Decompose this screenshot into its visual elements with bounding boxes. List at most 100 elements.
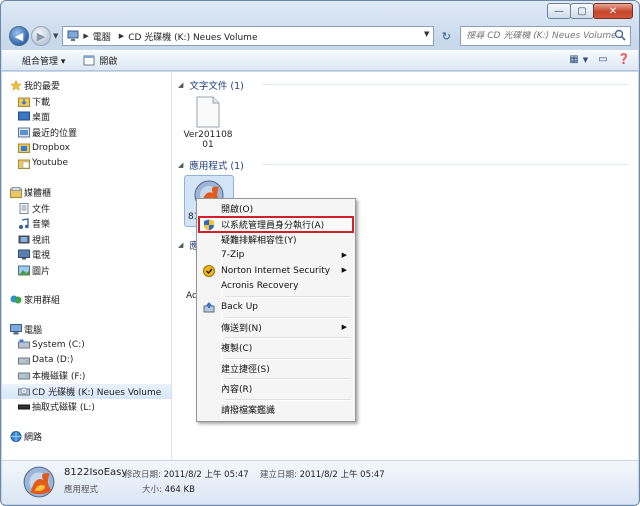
search-box[interactable] <box>460 26 631 46</box>
nav-libraries[interactable]: 媒體櫃 <box>2 185 171 201</box>
menu-norton[interactable]: Norton Internet Security ▶ <box>199 263 353 279</box>
downloads-folder-icon <box>18 97 30 107</box>
details-modified: 修改日期: 2011/8/2 上午 05:47 <box>124 470 249 480</box>
recent-pages-dropdown-icon[interactable]: ▼ <box>53 32 58 40</box>
command-bar: 組合管理 ▾ 開啟 ▦ ▼ ▭ ❓ <box>2 50 638 71</box>
network-icon <box>10 430 22 442</box>
open-label: 開啟 <box>99 57 118 67</box>
details-file-name: 8122IsoEasy <box>64 467 128 478</box>
text-file-icon <box>196 96 220 128</box>
view-options-icon[interactable]: ▦ <box>569 54 578 65</box>
breadcrumb-computer[interactable]: 電腦 <box>93 30 111 43</box>
details-file-type: 應用程式 <box>64 485 99 495</box>
hard-drive-icon <box>18 357 30 364</box>
videos-icon <box>18 235 30 243</box>
open-button[interactable]: 開啟 <box>83 54 117 67</box>
nav-drive-k[interactable]: CD 光碟機 (K:) Neues Volume <box>2 383 171 399</box>
submenu-arrow-icon: ▶ <box>341 266 347 274</box>
group-divider <box>262 84 628 85</box>
backup-icon <box>203 302 215 313</box>
caption-buttons: — ▢ ✕ <box>547 3 633 19</box>
help-icon[interactable]: ❓ <box>618 54 630 65</box>
recent-places-icon <box>18 127 30 137</box>
menu-open[interactable]: 開啟(O) <box>199 201 353 217</box>
nav-tv[interactable]: 電視 <box>2 247 171 263</box>
uac-shield-icon <box>204 219 214 230</box>
nav-recent-places[interactable]: 最近的位置 <box>2 125 171 141</box>
forward-arrow-icon: ▶ <box>36 29 46 43</box>
nav-drive-c[interactable]: System (C:) <box>2 337 171 353</box>
menu-file-scan[interactable]: 請撥檔案鑑識 <box>199 402 353 418</box>
star-icon <box>10 80 22 91</box>
collapse-arrow-icon[interactable]: ◢ <box>178 241 183 249</box>
menu-troubleshoot-compat[interactable]: 疑難排解相容性(Y) <box>199 232 353 248</box>
hard-drive-icon <box>18 372 30 380</box>
file-item-text[interactable]: Ver201108 01 <box>178 96 238 154</box>
nav-videos[interactable]: 視訊 <box>2 232 171 248</box>
nav-computer[interactable]: 電腦 <box>2 322 171 338</box>
breadcrumb-separator-icon: ▶ <box>118 32 125 40</box>
address-dropdown-icon[interactable]: ▼ <box>424 30 429 38</box>
nav-music[interactable]: 音樂 <box>2 216 171 232</box>
address-field[interactable]: ▶ 電腦 ▶ CD 光碟機 (K:) Neues Volume ▼ <box>62 26 435 46</box>
view-dropdown-icon[interactable]: ▼ <box>583 56 588 64</box>
collapse-arrow-icon[interactable]: ◢ <box>178 161 183 169</box>
nav-downloads[interactable]: 下載 <box>2 94 171 110</box>
removable-drive-icon <box>18 404 30 410</box>
menu-create-shortcut[interactable]: 建立捷徑(S) <box>199 361 353 377</box>
refresh-button[interactable]: ↻ <box>436 26 456 46</box>
minimize-button[interactable]: — <box>547 3 571 19</box>
search-input[interactable] <box>466 31 617 41</box>
back-button[interactable]: ◀ <box>9 26 29 46</box>
nav-pictures[interactable]: 圖片 <box>2 263 171 279</box>
view-controls: ▦ ▼ ▭ ❓ <box>559 54 630 65</box>
desktop-icon <box>18 111 30 121</box>
music-icon <box>19 218 29 229</box>
context-menu: 開啟(O) 以系統管理員身分執行(A) 疑難排解相容性(Y) 7-Zip ▶ N… <box>196 198 356 422</box>
group-header-text-documents[interactable]: ◢ 文字文件 (1) <box>178 78 244 92</box>
menu-run-as-admin[interactable]: 以系統管理員身分執行(A) <box>198 215 354 233</box>
address-bar-row: ◀ ▶ ▼ ▶ 電腦 ▶ CD 光碟機 (K:) Neues Volume ▼ … <box>9 25 631 47</box>
forward-button[interactable]: ▶ <box>31 26 51 46</box>
nav-desktop[interactable]: 桌面 <box>2 109 171 125</box>
nav-drive-d[interactable]: Data (D:) <box>2 353 171 369</box>
search-icon[interactable] <box>614 29 626 41</box>
refresh-icon: ↻ <box>441 29 451 43</box>
computer-icon <box>67 30 79 41</box>
organize-button[interactable]: 組合管理 ▾ <box>22 54 65 67</box>
breadcrumb-cd-drive[interactable]: CD 光碟機 (K:) Neues Volume <box>128 30 257 43</box>
details-created: 建立日期: 2011/8/2 上午 05:47 <box>260 470 385 480</box>
breadcrumb-separator-icon: ▶ <box>83 32 89 40</box>
nav-drive-f[interactable]: 本機磁碟 (F:) <box>2 368 171 384</box>
youtube-folder-icon <box>18 159 30 169</box>
menu-copy[interactable]: 複製(C) <box>199 340 353 356</box>
nav-favorites[interactable]: 我的最愛 <box>2 78 171 94</box>
collapse-arrow-icon[interactable]: ◢ <box>178 81 183 89</box>
iso-easy-app-icon <box>23 466 55 498</box>
nav-network[interactable]: 網路 <box>2 429 171 445</box>
nav-dropbox[interactable]: Dropbox <box>2 140 171 156</box>
menu-properties[interactable]: 內容(R) <box>199 381 353 397</box>
close-button[interactable]: ✕ <box>593 3 633 19</box>
nav-youtube[interactable]: Youtube <box>2 156 171 172</box>
nav-documents[interactable]: 文件 <box>2 201 171 217</box>
preview-pane-icon[interactable]: ▭ <box>598 54 607 65</box>
nav-homegroup[interactable]: 家用群組 <box>2 292 171 308</box>
norton-icon <box>203 265 215 277</box>
tv-icon <box>18 249 30 260</box>
details-size: 大小: 464 KB <box>142 485 195 495</box>
nav-drive-l[interactable]: 抽取式磁碟 (L:) <box>2 399 171 415</box>
menu-send-to[interactable]: 傳送到(N) ▶ <box>199 320 353 336</box>
dropbox-folder-icon <box>18 143 30 153</box>
navigation-pane: 我的最愛 下載 桌面 最近的位置 Dropbox Youtube 媒體櫃 文件 … <box>2 72 172 460</box>
menu-7zip[interactable]: 7-Zip ▶ <box>199 248 353 264</box>
menu-acronis[interactable]: Acronis Recovery <box>199 279 353 295</box>
maximize-button[interactable]: ▢ <box>570 3 594 19</box>
cd-drive-icon <box>18 387 30 395</box>
details-pane: 8122IsoEasy 應用程式 修改日期: 2011/8/2 上午 05:47… <box>2 460 638 504</box>
menu-back-up[interactable]: Back Up <box>199 299 353 315</box>
libraries-icon <box>10 187 22 198</box>
open-icon <box>83 55 95 66</box>
back-arrow-icon: ◀ <box>14 29 24 43</box>
group-header-applications[interactable]: ◢ 應用程式 (1) <box>178 158 244 172</box>
